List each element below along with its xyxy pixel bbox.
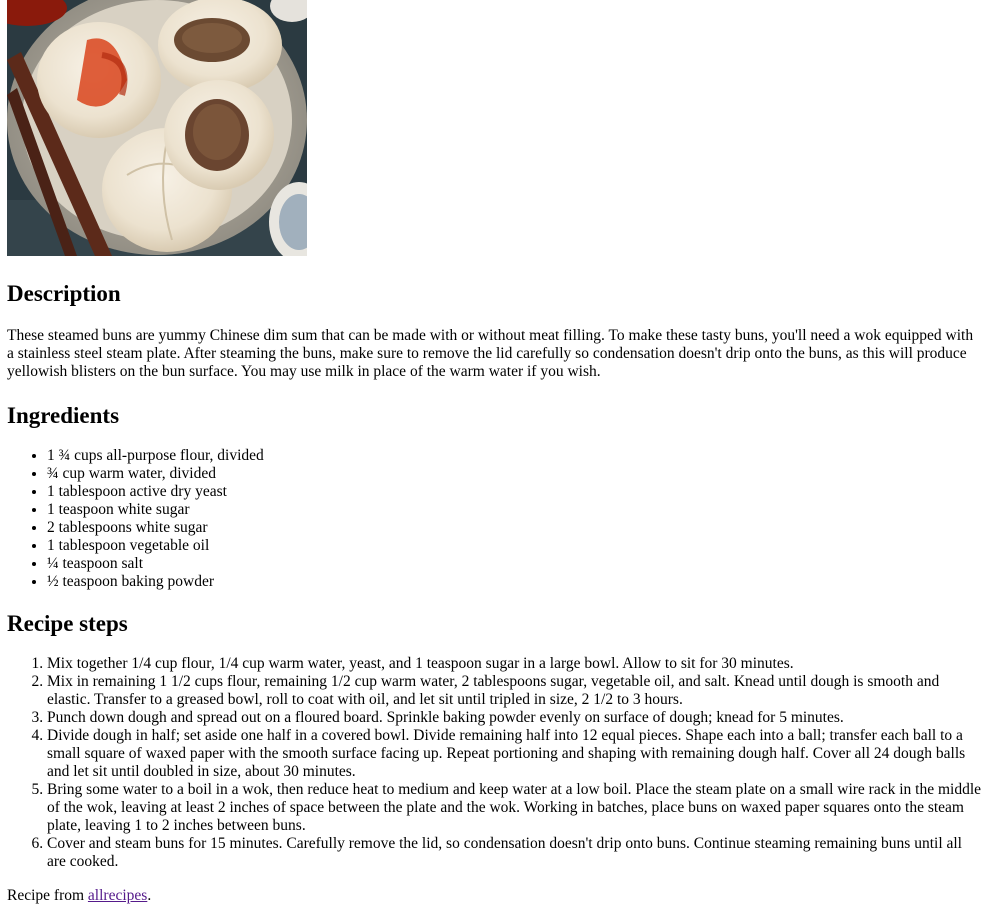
ingredient-item: 1 tablespoon active dry yeast: [47, 483, 982, 501]
recipe-step: Mix in remaining 1 1/2 cups flour, remai…: [47, 673, 982, 709]
recipe-source: Recipe from allrecipes.: [7, 887, 982, 905]
source-link[interactable]: allrecipes: [88, 887, 147, 904]
recipe-step: Bring some water to a boil in a wok, the…: [47, 781, 982, 835]
description-text: These steamed buns are yummy Chinese dim…: [7, 327, 974, 380]
source-prefix: Recipe from: [7, 887, 88, 904]
recipe-steps-list: Mix together 1/4 cup flour, 1/4 cup warm…: [7, 655, 982, 871]
ingredient-item: ½ teaspoon baking powder: [47, 573, 982, 591]
ingredient-item: 1 teaspoon white sugar: [47, 501, 982, 519]
ingredients-heading: Ingredients: [7, 403, 120, 428]
ingredients-list: 1 ¾ cups all-purpose flour, divided ¾ cu…: [7, 447, 982, 591]
ingredient-item: ¾ cup warm water, divided: [47, 465, 982, 483]
ingredient-item: 2 tablespoons white sugar: [47, 519, 982, 537]
recipe-step: Mix together 1/4 cup flour, 1/4 cup warm…: [47, 655, 982, 673]
ingredient-item: 1 tablespoon vegetable oil: [47, 537, 982, 555]
ingredient-item: ¼ teaspoon salt: [47, 555, 982, 573]
ingredient-item: 1 ¾ cups all-purpose flour, divided: [47, 447, 982, 465]
description-heading: Description: [7, 281, 121, 306]
recipe-photo: [7, 0, 307, 256]
recipe-step: Cover and steam buns for 15 minutes. Car…: [47, 835, 982, 871]
source-suffix: .: [147, 887, 152, 904]
recipe-steps-heading: Recipe steps: [7, 611, 128, 636]
recipe-step: Punch down dough and spread out on a flo…: [47, 709, 982, 727]
recipe-step: Divide dough in half; set aside one half…: [47, 727, 982, 781]
